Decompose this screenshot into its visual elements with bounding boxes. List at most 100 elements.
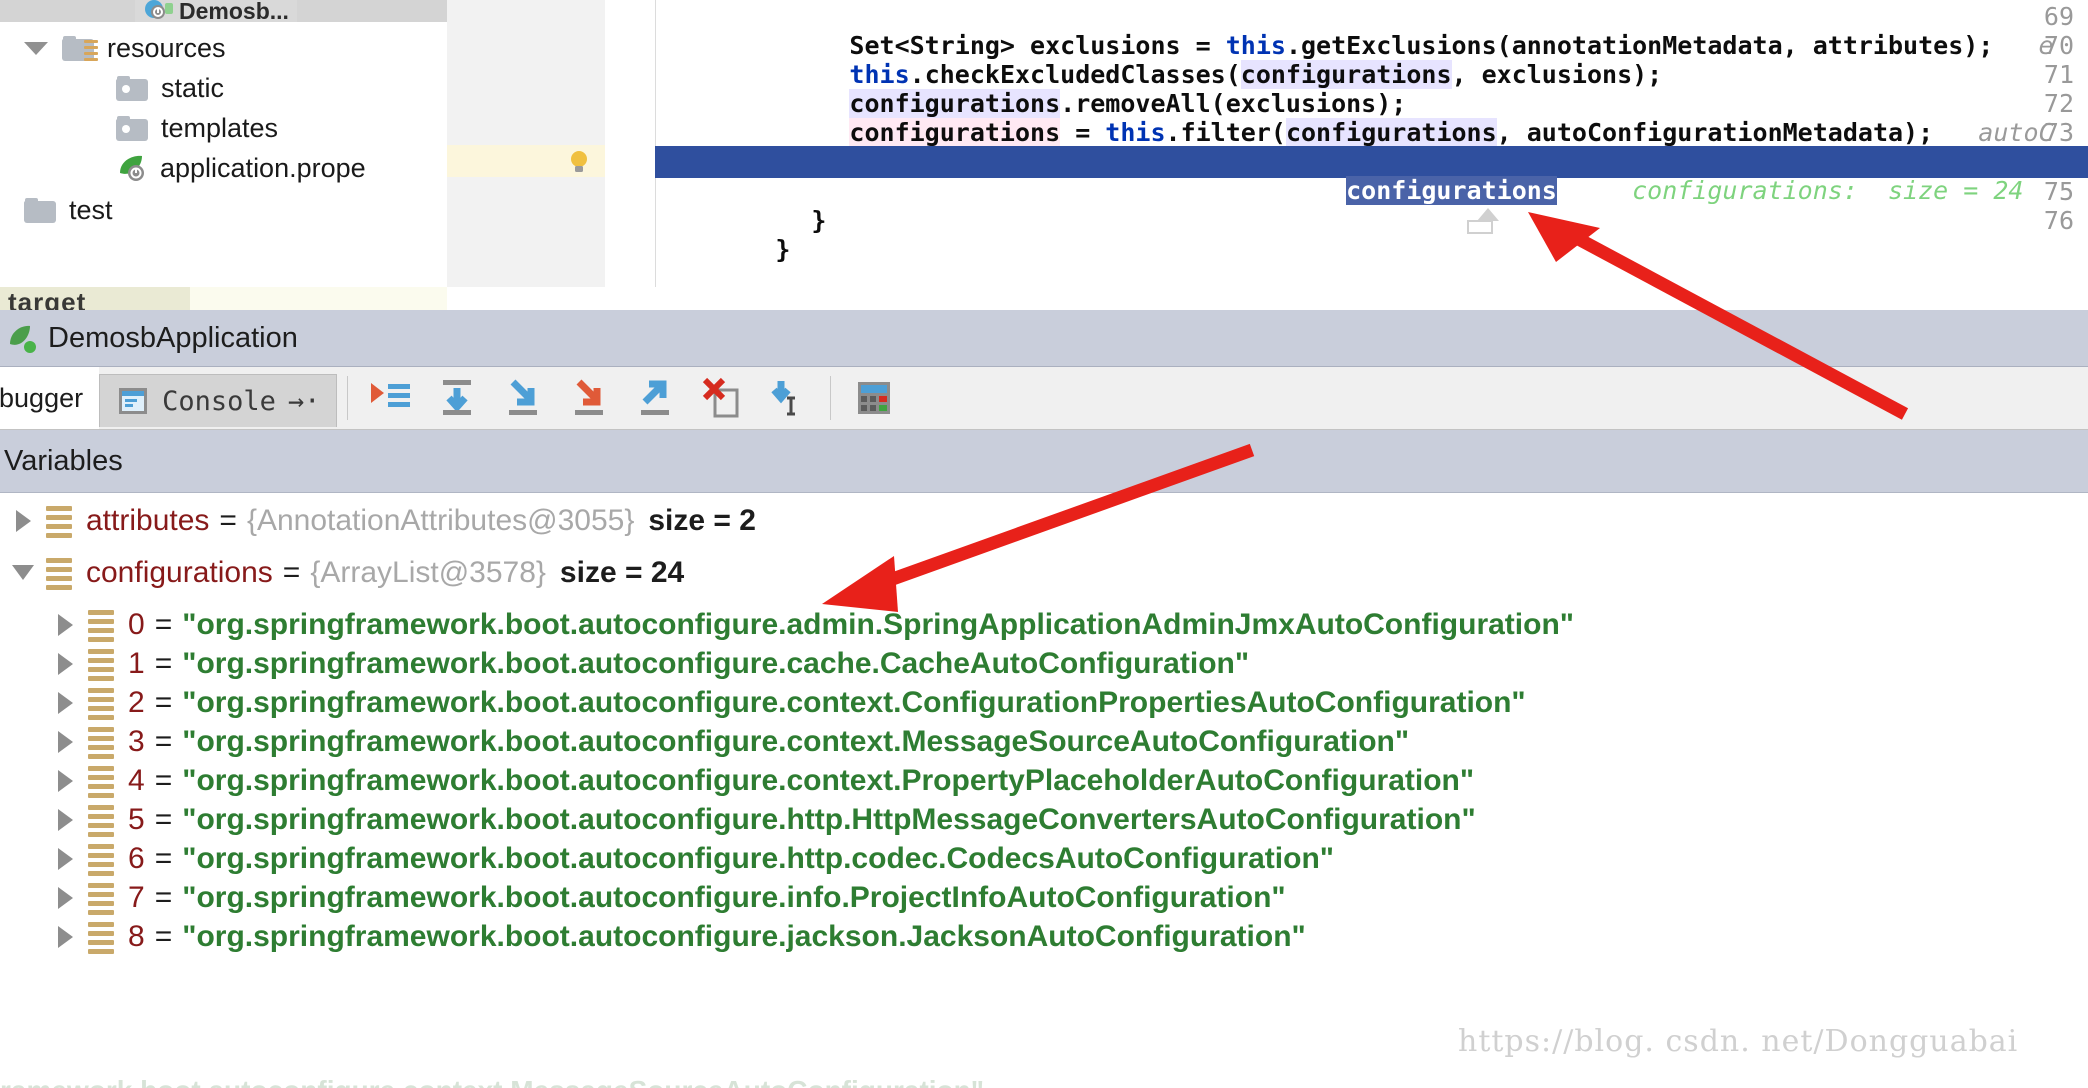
object-value-icon [88,804,114,837]
variable-row-item[interactable]: 3 = "org.springframework.boot.autoconfig… [42,722,1409,761]
object-value-icon [88,765,114,798]
variables-tree[interactable]: attributes = {AnnotationAttributes@3055}… [0,493,2088,1088]
variable-row-item[interactable]: 5 = "org.springframework.boot.autoconfig… [42,800,1476,839]
chevron-right-icon[interactable] [42,847,88,870]
variable-row-item[interactable]: 7 = "org.springframework.boot.autoconfig… [42,878,1286,917]
object-value-icon [46,557,72,590]
tree-item-label: test [69,194,113,225]
variable-value: "org.springframework.boot.autoconfigure.… [182,685,1526,719]
run-to-cursor-button[interactable] [760,371,814,425]
object-value-icon [88,687,114,720]
project-tool-tab-strip: Demosb... [0,0,447,22]
step-out-button[interactable] [628,371,682,425]
code-line-74: return StringUtils.toStringArray(configu… [849,176,2024,205]
variable-row-item[interactable]: 1 = "org.springframework.boot.autoconfig… [42,644,1249,683]
chevron-right-icon[interactable] [0,509,46,532]
variable-row-item[interactable]: 2 = "org.springframework.boot.autoconfig… [42,683,1526,722]
variable-index: 2 [128,685,145,719]
lightbulb-intention-icon[interactable] [565,148,593,176]
variable-index: 5 [128,802,145,836]
spring-boot-run-icon [8,322,38,354]
object-value-icon [88,921,114,954]
code-line-69: Set<String> exclusions = this.getExclusi… [849,31,2054,60]
chevron-right-icon[interactable] [42,886,88,909]
project-tree: resources static templates application.p… [0,22,447,287]
tree-item-test[interactable]: test [24,190,113,230]
variable-index: 6 [128,841,145,875]
chevron-right-icon[interactable] [42,730,88,753]
variable-size: size = 24 [559,555,685,589]
tab-debugger[interactable]: ebugger [0,367,100,429]
code-line-72: configurations = this.filter(configurati… [849,118,2054,147]
code-editor[interactable]: 69 70 71 72 73 74 75 76 Set<String> excl… [447,0,2088,287]
object-value-icon [88,648,114,681]
tree-item-resources[interactable]: resources [24,28,226,68]
console-pin-suffix: →· [287,385,321,417]
equals-sign: = [154,724,173,758]
tree-item-label: templates [161,112,279,143]
force-step-into-button[interactable] [562,371,616,425]
toolbar-separator [347,376,349,420]
toolbar-separator [830,376,832,420]
editor-tab-label: Demosb... [179,0,289,22]
variable-row-item[interactable]: 8 = "org.springframework.boot.autoconfig… [42,917,1306,956]
equals-sign: = [154,763,173,797]
line-number: 76 [2043,206,2074,235]
tree-item-application-properties[interactable]: application.prope [116,148,366,188]
icon-gutter[interactable] [557,0,606,287]
equals-sign: = [154,646,173,680]
tab-console[interactable]: Console →· [99,374,338,427]
debug-toolbar: ebugger Console →· [0,367,2088,430]
folder-icon [116,75,148,101]
chevron-right-icon[interactable] [42,925,88,948]
variable-index: 7 [128,880,145,914]
variable-value: "org.springframework.boot.autoconfigure.… [182,607,1574,641]
fold-gutter[interactable] [605,0,656,287]
console-icon [116,385,150,417]
variable-value: "org.springframework.boot.autoconfigure.… [182,646,1250,680]
watermark-text: https://blog. csdn. net/Dongguabai [1458,1024,2019,1059]
evaluate-expression-button[interactable] [847,371,901,425]
variable-row-item[interactable]: 0 = "org.springframework.boot.autoconfig… [42,605,1574,644]
chevron-right-icon[interactable] [42,808,88,831]
equals-sign: = [154,685,173,719]
tree-item-label: application.prope [160,152,366,183]
variable-type: {AnnotationAttributes@3055} [246,503,635,537]
tree-item-static[interactable]: static [116,68,224,108]
fold-collapse-icon[interactable] [1467,220,1493,234]
spring-properties-icon [116,153,150,183]
editor-region: Demosb... resources static templates app… [0,0,2088,317]
chevron-right-icon[interactable] [42,613,88,636]
variable-row-partial: ramework.boot.autoconfigure.context.Mess… [0,1075,984,1088]
chevron-right-icon[interactable] [42,691,88,714]
equals-sign: = [282,555,301,589]
ide-screenshot: Demosb... resources static templates app… [0,0,2088,1088]
code-line-73: this.fireAutoConfigurationImportEvents(c… [655,118,2054,176]
object-value-icon [46,505,72,538]
variable-value: "org.springframework.boot.autoconfigure.… [182,919,1306,953]
code-line-71: configurations.removeAll(exclusions); [849,89,1407,118]
tab-debugger-label: ebugger [0,382,84,413]
equals-sign: = [154,841,173,875]
tree-item-templates[interactable]: templates [116,108,278,148]
variable-row-configurations[interactable]: configurations = {ArrayList@3578} size =… [0,553,684,592]
variable-name: attributes [86,503,210,537]
chevron-down-icon[interactable] [24,41,48,55]
variable-row-item[interactable]: 6 = "org.springframework.boot.autoconfig… [42,839,1334,878]
chevron-down-icon[interactable] [0,565,46,580]
drop-frame-button[interactable] [694,371,748,425]
debug-window-title-bar: DemosbApplication [0,310,2088,367]
step-over-button[interactable] [430,371,484,425]
variables-header: Variables [0,430,2088,493]
line-number-gutter [447,0,558,287]
step-into-button[interactable] [496,371,550,425]
show-execution-point-button[interactable] [364,371,418,425]
variable-row-attributes[interactable]: attributes = {AnnotationAttributes@3055}… [0,501,756,540]
variable-row-item[interactable]: 4 = "org.springframework.boot.autoconfig… [42,761,1474,800]
chevron-right-icon[interactable] [42,652,88,675]
editor-tab-demosb[interactable]: Demosb... [135,0,297,22]
equals-sign: = [154,919,173,953]
chevron-right-icon[interactable] [42,769,88,792]
line-number: 71 [2043,60,2074,89]
object-value-icon [88,843,114,876]
